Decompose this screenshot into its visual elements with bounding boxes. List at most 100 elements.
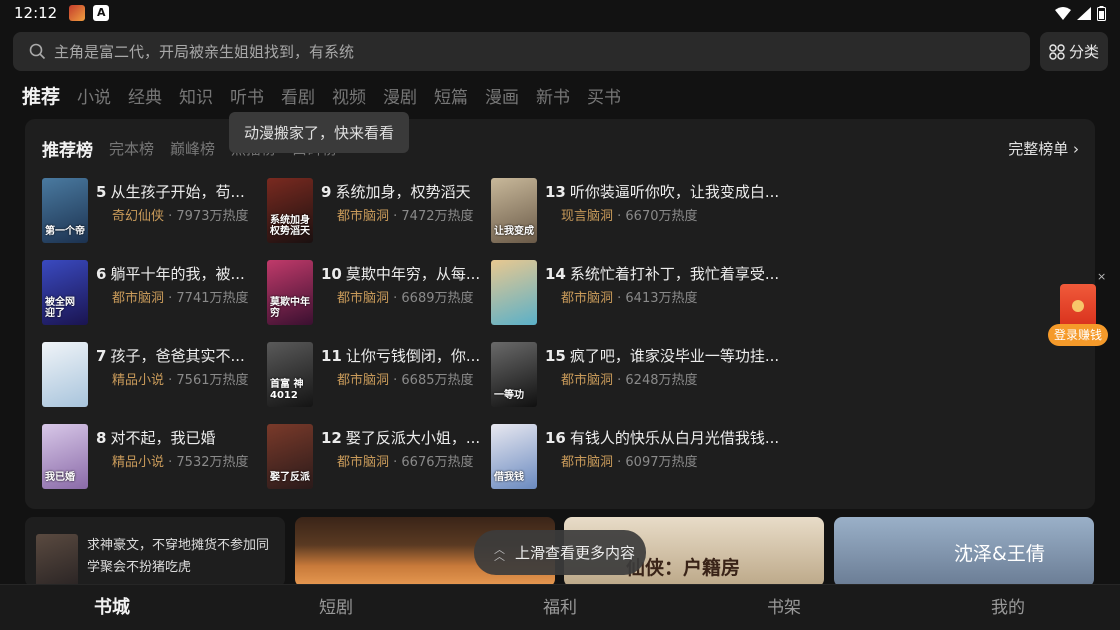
nav-rewards[interactable]: 福利 <box>448 585 672 630</box>
scroll-hint-label: 上滑查看更多内容 <box>515 544 636 562</box>
book-title: 系统加身，权势滔天 <box>335 183 471 201</box>
book-heat: · 7472万热度 <box>389 209 474 224</box>
book-genre: 都市脑洞 <box>337 209 390 224</box>
rank-tab-peak[interactable]: 巅峰榜 <box>170 138 215 159</box>
book-cover: 被全网 迎了 <box>42 260 88 325</box>
book-item[interactable]: 莫欺中年穷 10 莫欺中年穷，从每... 都市脑洞 · 6689万热度 <box>267 260 487 326</box>
nav-short-drama[interactable]: 短剧 <box>224 585 448 630</box>
tooltip[interactable]: 动漫搬家了，快来看看 <box>229 112 409 153</box>
bottom-nav: 书城 短剧 福利 书架 我的 <box>0 584 1120 630</box>
book-rank: 6 <box>96 265 107 283</box>
signal-icon <box>1077 6 1091 20</box>
book-rank: 8 <box>96 429 107 447</box>
book-cover: 我已婚 <box>42 424 88 489</box>
book-rank: 9 <box>321 183 332 201</box>
book-heat: · 7561万热度 <box>164 373 249 388</box>
double-chevron-up-icon: ︿ ︿ <box>494 542 505 563</box>
book-rank: 7 <box>96 347 107 365</box>
promo-card[interactable]: 求神豪文，不穿地摊货不参加同学聚会不扮猪吃虎 <box>25 517 285 587</box>
book-genre: 都市脑洞 <box>561 455 614 470</box>
game-app-icon <box>69 5 86 21</box>
book-cover: 一等功 <box>491 342 537 407</box>
book-title: 对不起，我已婚 <box>110 429 216 447</box>
grid-icon <box>1049 43 1065 60</box>
book-item[interactable]: 第一个帝 5 从生孩子开始，苟... 奇幻仙侠 · 7973万热度 <box>42 178 262 244</box>
book-genre: 都市脑洞 <box>561 291 614 306</box>
promo-thumbnail <box>36 534 78 587</box>
banner-shenze[interactable]: 沈泽&王倩 <box>834 517 1094 587</box>
book-item[interactable]: 首富 神4012 11 让你亏钱倒闭，你... 都市脑洞 · 6685万热度 <box>267 342 487 408</box>
book-genre: 奇幻仙侠 <box>112 209 165 224</box>
book-heat: · 6248万热度 <box>613 373 698 388</box>
book-heat: · 6413万热度 <box>613 291 698 306</box>
tab-novel[interactable]: 小说 <box>77 83 111 108</box>
book-genre: 都市脑洞 <box>337 373 390 388</box>
book-cover <box>42 342 88 407</box>
category-label: 分类 <box>1068 43 1099 61</box>
book-genre: 精品小说 <box>112 455 165 470</box>
book-item[interactable]: 一等功 15 疯了吧，谁家没毕业一等功挂... 都市脑洞 · 6248万热度 <box>491 342 791 408</box>
book-item[interactable]: 娶了反派 12 娶了反派大小姐，... 都市脑洞 · 6676万热度 <box>267 424 487 490</box>
tab-comic-drama[interactable]: 漫剧 <box>383 83 417 108</box>
close-icon[interactable]: × <box>1097 270 1106 283</box>
book-cover: 借我钱 <box>491 424 537 489</box>
book-item[interactable]: 系统加身 权势滔天 9 系统加身，权势滔天 都市脑洞 · 7472万热度 <box>267 178 487 244</box>
book-title: 躺平十年的我，被... <box>110 265 245 283</box>
nav-bookstore[interactable]: 书城 <box>0 585 224 630</box>
book-item[interactable]: 7 孩子，爸爸其实不... 精品小说 · 7561万热度 <box>42 342 262 408</box>
book-cover: 系统加身 权势滔天 <box>267 178 313 243</box>
book-cover: 莫欺中年穷 <box>267 260 313 325</box>
scroll-hint[interactable]: ︿ ︿ 上滑查看更多内容 <box>474 530 646 575</box>
book-genre: 都市脑洞 <box>112 291 165 306</box>
rank-tab-completed[interactable]: 完本榜 <box>109 138 154 159</box>
book-heat: · 7532万热度 <box>164 455 249 470</box>
book-item[interactable]: 我已婚 8 对不起，我已婚 精品小说 · 7532万热度 <box>42 424 262 490</box>
book-item[interactable]: 借我钱 16 有钱人的快乐从白月光借我钱... 都市脑洞 · 6097万热度 <box>491 424 791 490</box>
tab-comic[interactable]: 漫画 <box>485 83 519 108</box>
nav-bookshelf[interactable]: 书架 <box>672 585 896 630</box>
full-list-link[interactable]: 完整榜单 › <box>1008 138 1079 159</box>
status-bar: 12:12 A <box>0 0 1120 26</box>
book-heat: · 6689万热度 <box>389 291 474 306</box>
tab-video[interactable]: 视频 <box>332 83 366 108</box>
ranking-card: 推荐榜 完本榜 巅峰榜 热播榜 口碑榜 完整榜单 › 第一个帝 5从生孩子开始，… <box>25 119 1095 509</box>
book-title: 让你亏钱倒闭，你... <box>345 347 481 365</box>
book-rank: 14 <box>545 265 566 283</box>
book-title: 从生孩子开始，苟... <box>110 183 245 201</box>
book-title: 系统忙着打补丁，我忙着享受... <box>569 265 780 283</box>
tab-new-books[interactable]: 新书 <box>536 83 570 108</box>
banner-label: 沈泽&王倩 <box>954 543 1045 565</box>
book-title: 有钱人的快乐从白月光借我钱... <box>569 429 780 447</box>
book-rank: 16 <box>545 429 566 447</box>
book-title: 疯了吧，谁家没毕业一等功挂... <box>569 347 780 365</box>
tab-knowledge[interactable]: 知识 <box>179 83 213 108</box>
rank-tab-recommend[interactable]: 推荐榜 <box>42 136 93 161</box>
book-item[interactable]: 让我变成 13 听你装逼听你吹，让我变成白... 现言脑洞 · 6670万热度 <box>491 178 791 244</box>
book-item[interactable]: 14 系统忙着打补丁，我忙着享受... 都市脑洞 · 6413万热度 <box>491 260 791 326</box>
status-time: 12:12 <box>14 4 58 22</box>
battery-icon <box>1097 5 1106 21</box>
book-item[interactable]: 被全网 迎了 6 躺平十年的我，被... 都市脑洞 · 7741万热度 <box>42 260 262 326</box>
book-genre: 都市脑洞 <box>337 291 390 306</box>
tab-classic[interactable]: 经典 <box>128 83 162 108</box>
book-cover: 首富 神4012 <box>267 342 313 407</box>
login-reward-ad[interactable]: 登录赚钱 <box>1048 284 1108 346</box>
book-title: 莫欺中年穷，从每... <box>345 265 481 283</box>
wifi-icon <box>1055 6 1071 20</box>
tab-short[interactable]: 短篇 <box>434 83 468 108</box>
a-app-icon: A <box>93 5 110 21</box>
category-button[interactable]: 分类 <box>1040 32 1108 71</box>
tab-drama[interactable]: 看剧 <box>281 83 315 108</box>
book-heat: · 6670万热度 <box>613 209 698 224</box>
book-title: 听你装逼听你吹，让我变成白... <box>569 183 780 201</box>
nav-profile[interactable]: 我的 <box>896 585 1120 630</box>
tab-audiobook[interactable]: 听书 <box>230 83 264 108</box>
book-heat: · 7973万热度 <box>164 209 249 224</box>
book-cover: 娶了反派 <box>267 424 313 489</box>
tab-buy-books[interactable]: 买书 <box>587 83 621 108</box>
search-input[interactable]: 主角是富二代，开局被亲生姐姐找到，有系统 <box>13 32 1030 71</box>
book-genre: 精品小说 <box>112 373 165 388</box>
book-heat: · 6676万热度 <box>389 455 474 470</box>
tab-recommend[interactable]: 推荐 <box>22 82 60 109</box>
book-rank: 10 <box>321 265 342 283</box>
